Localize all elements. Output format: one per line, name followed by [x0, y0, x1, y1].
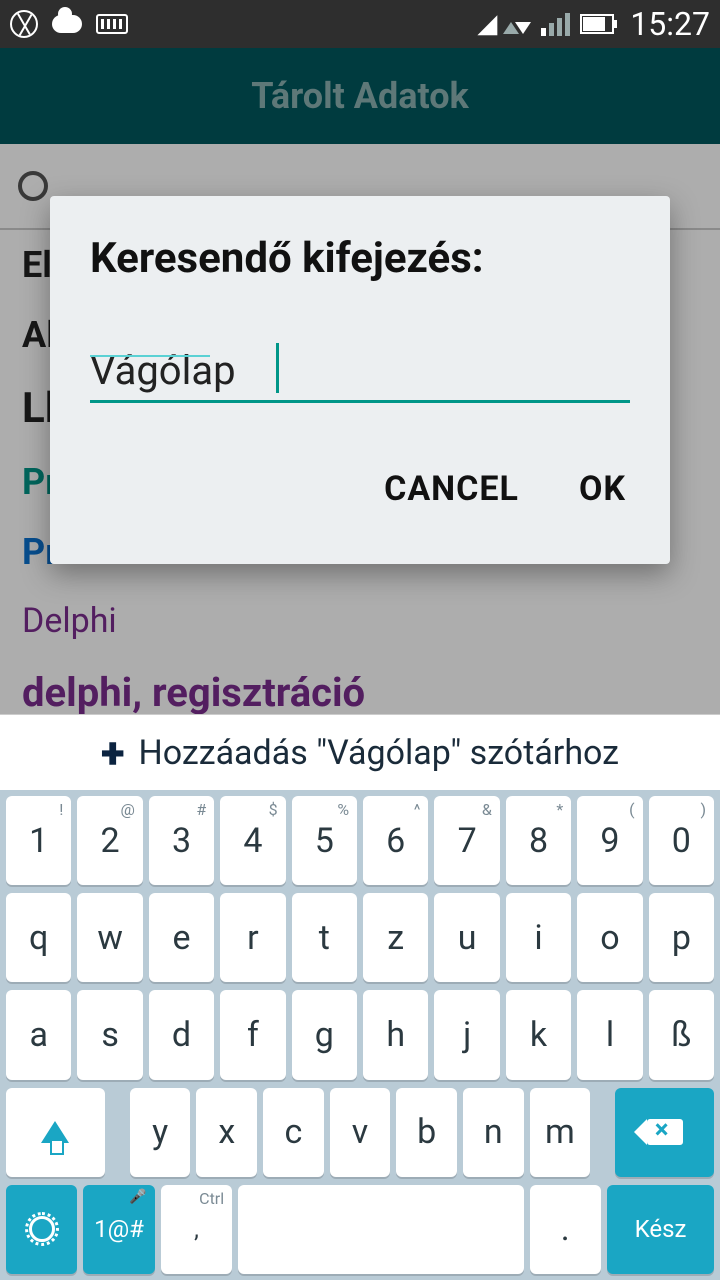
- key-z[interactable]: z: [363, 893, 428, 982]
- clock: 15:27: [630, 5, 710, 43]
- search-dialog: Keresendő kifejezés: CANCEL OK: [50, 196, 670, 564]
- ime-suggestion-bar[interactable]: + Hozzáadás "Vágólap" szótárhoz: [0, 714, 720, 790]
- key-v[interactable]: v: [330, 1088, 391, 1177]
- key-m[interactable]: m: [530, 1088, 591, 1177]
- shift-icon: [41, 1121, 69, 1143]
- key-5[interactable]: %5: [292, 796, 357, 885]
- key-k[interactable]: k: [506, 990, 571, 1079]
- key-c[interactable]: c: [263, 1088, 324, 1177]
- key-s[interactable]: s: [77, 990, 142, 1079]
- battery-icon: [580, 14, 614, 34]
- text-caret: [276, 343, 279, 393]
- updown-icon: [507, 8, 531, 41]
- dialog-title: Keresendő kifejezés:: [90, 234, 630, 283]
- key-0[interactable]: )0: [649, 796, 714, 885]
- key-q[interactable]: q: [6, 893, 71, 982]
- key-w[interactable]: w: [77, 893, 142, 982]
- key-f[interactable]: f: [220, 990, 285, 1079]
- key-ß[interactable]: ß: [649, 990, 714, 1079]
- key-h[interactable]: h: [363, 990, 428, 1079]
- shift-key[interactable]: [6, 1088, 105, 1177]
- key-3[interactable]: #3: [149, 796, 214, 885]
- key-row-1: !1@2#3$4%5^6&7*8(9)0: [6, 796, 714, 885]
- space-key[interactable]: [238, 1185, 523, 1274]
- gear-icon: [29, 1216, 55, 1242]
- wifi-icon: ◢: [477, 9, 497, 39]
- suggestion-text: Hozzáadás "Vágólap" szótárhoz: [138, 733, 619, 773]
- key-row-4: yxcvbnm: [6, 1088, 714, 1177]
- key-1[interactable]: !1: [6, 796, 71, 885]
- key-g[interactable]: g: [292, 990, 357, 1079]
- comma-key[interactable]: Ctrl,: [161, 1185, 232, 1274]
- key-6[interactable]: ^6: [363, 796, 428, 885]
- key-r[interactable]: r: [220, 893, 285, 982]
- symbols-key[interactable]: 🎤1@#: [83, 1185, 154, 1274]
- key-y[interactable]: y: [130, 1088, 191, 1177]
- key-b[interactable]: b: [396, 1088, 457, 1177]
- key-o[interactable]: o: [577, 893, 642, 982]
- plus-icon: +: [101, 731, 125, 775]
- key-e[interactable]: e: [149, 893, 214, 982]
- mic-icon: 🎤: [129, 1189, 146, 1205]
- weather-icon: [52, 15, 82, 33]
- status-bar: ◢ 15:27: [0, 0, 720, 48]
- keyboard-status-icon: [96, 14, 128, 34]
- key-n[interactable]: n: [463, 1088, 524, 1177]
- aperture-icon: [10, 10, 38, 38]
- key-a[interactable]: a: [6, 990, 71, 1079]
- key-9[interactable]: (9: [577, 796, 642, 885]
- key-l[interactable]: l: [577, 990, 642, 1079]
- key-x[interactable]: x: [196, 1088, 257, 1177]
- key-row-3: asdfghjklß: [6, 990, 714, 1079]
- key-row-5: 🎤1@# Ctrl, . Kész: [6, 1185, 714, 1274]
- key-d[interactable]: d: [149, 990, 214, 1079]
- key-i[interactable]: i: [506, 893, 571, 982]
- cancel-button[interactable]: CANCEL: [384, 469, 519, 509]
- key-j[interactable]: j: [434, 990, 499, 1079]
- period-key[interactable]: .: [530, 1185, 601, 1274]
- backspace-key[interactable]: [615, 1088, 714, 1177]
- signal-icon: [541, 13, 570, 36]
- key-2[interactable]: @2: [77, 796, 142, 885]
- done-key[interactable]: Kész: [607, 1185, 714, 1274]
- backspace-icon: [647, 1119, 683, 1145]
- key-4[interactable]: $4: [220, 796, 285, 885]
- soft-keyboard: !1@2#3$4%5^6&7*8(9)0 qwertzuiop asdfghjk…: [0, 790, 720, 1280]
- settings-key[interactable]: [6, 1185, 77, 1274]
- input-suggestion-underline: [90, 355, 210, 357]
- key-t[interactable]: t: [292, 893, 357, 982]
- key-7[interactable]: &7: [434, 796, 499, 885]
- key-u[interactable]: u: [434, 893, 499, 982]
- ok-button[interactable]: OK: [579, 469, 626, 509]
- key-row-2: qwertzuiop: [6, 893, 714, 982]
- key-8[interactable]: *8: [506, 796, 571, 885]
- key-p[interactable]: p: [649, 893, 714, 982]
